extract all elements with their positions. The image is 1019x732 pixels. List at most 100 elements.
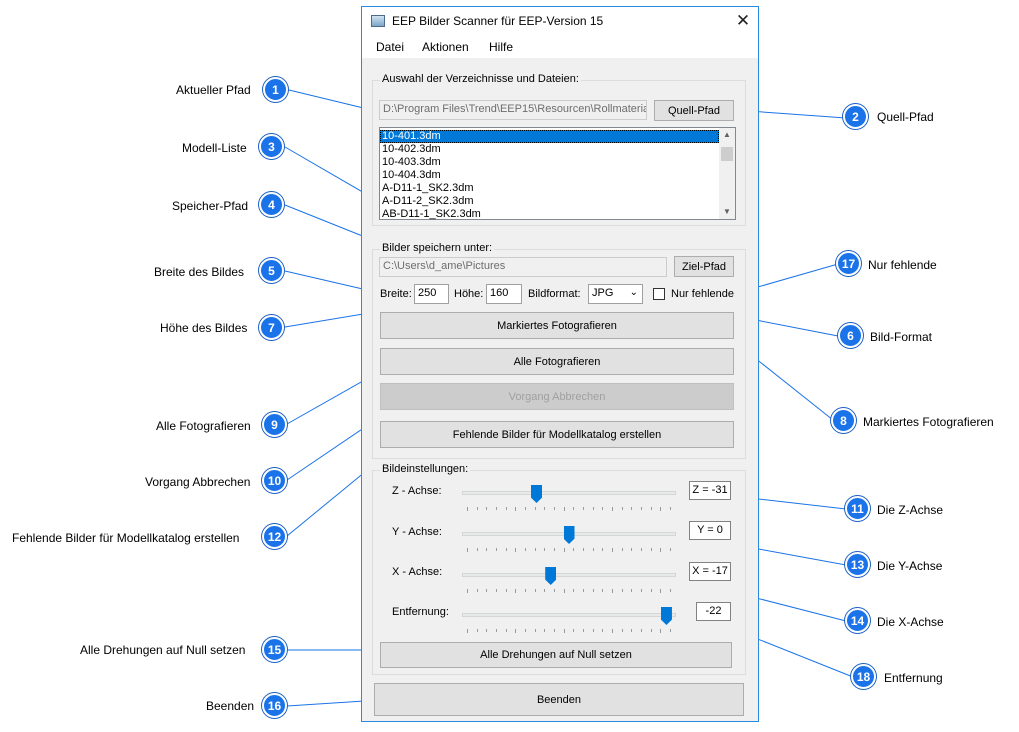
callout-badge-2: 2 bbox=[843, 104, 868, 129]
callout-badge-11: 11 bbox=[845, 496, 870, 521]
callout-badge-6: 6 bbox=[838, 323, 863, 348]
menu-hilfe[interactable]: Hilfe bbox=[489, 40, 513, 54]
y-axis-value: Y = 0 bbox=[689, 521, 731, 540]
z-slider-thumb[interactable] bbox=[531, 485, 543, 503]
y-slider-thumb[interactable] bbox=[563, 526, 575, 544]
list-item[interactable]: 10-402.3dm bbox=[380, 143, 719, 156]
nur-fehlende-checkbox[interactable] bbox=[653, 288, 665, 300]
distance-label: Entfernung: bbox=[392, 606, 449, 618]
nur-fehlende-label: Nur fehlende bbox=[671, 288, 734, 300]
z-slider-track bbox=[462, 491, 676, 495]
callout-badge-10: 10 bbox=[262, 468, 287, 493]
format-select[interactable]: JPG ⌄ bbox=[588, 284, 643, 304]
scroll-thumb[interactable] bbox=[721, 147, 733, 161]
x-axis-value: X = -17 bbox=[689, 562, 731, 581]
callout-label-6: Bild-Format bbox=[870, 330, 933, 344]
reset-rotations-button[interactable]: Alle Drehungen auf Null setzen bbox=[380, 642, 732, 668]
z-axis-label: Z - Achse: bbox=[392, 485, 442, 497]
callout-label-10: Vorgang Abbrechen bbox=[145, 475, 251, 489]
callout-badge-3: 3 bbox=[259, 134, 284, 159]
callout-label-11: Die Z-Achse bbox=[877, 503, 944, 517]
callout-label-4: Speicher-Pfad bbox=[172, 199, 249, 213]
callout-badge-4: 4 bbox=[259, 192, 284, 217]
distance-slider[interactable] bbox=[462, 607, 676, 637]
callout-label-13: Die Y-Achse bbox=[877, 559, 943, 573]
source-group-label: Auswahl der Verzeichnisse und Dateien: bbox=[380, 73, 581, 85]
callout-badge-16: 16 bbox=[262, 693, 287, 718]
callout-label-12: Fehlende Bilder für Modellkatalog erstel… bbox=[12, 531, 240, 545]
list-scrollbar[interactable]: ▲ ▼ bbox=[719, 128, 735, 219]
callout-badge-12: 12 bbox=[262, 524, 287, 549]
callout-badge-8: 8 bbox=[831, 408, 856, 433]
close-icon[interactable]: ✕ bbox=[732, 10, 754, 32]
fehlende-bilder-button[interactable]: Fehlende Bilder für Modellkatalog erstel… bbox=[380, 421, 734, 448]
z-axis-slider[interactable] bbox=[462, 485, 676, 515]
x-axis-label: X - Achse: bbox=[392, 566, 443, 578]
menu-aktionen[interactable]: Aktionen bbox=[422, 40, 469, 54]
callout-label-15: Alle Drehungen auf Null setzen bbox=[80, 643, 246, 657]
callout-label-18: Entfernung bbox=[884, 671, 943, 685]
height-label: Höhe: bbox=[454, 288, 484, 300]
markiertes-fotografieren-button[interactable]: Markiertes Fotografieren bbox=[380, 312, 734, 339]
y-axis-slider[interactable] bbox=[462, 526, 676, 556]
window-title: EEP Bilder Scanner für EEP-Version 15 bbox=[392, 14, 604, 28]
width-input[interactable]: 250 bbox=[414, 284, 449, 304]
format-label: Bildformat: bbox=[528, 288, 581, 300]
scroll-up-icon[interactable]: ▲ bbox=[719, 128, 735, 142]
menu-datei[interactable]: Datei bbox=[376, 40, 404, 54]
height-input[interactable]: 160 bbox=[486, 284, 522, 304]
callout-label-3: Modell-Liste bbox=[182, 141, 247, 155]
distance-value: -22 bbox=[696, 602, 731, 621]
callout-badge-18: 18 bbox=[851, 664, 876, 689]
x-axis-slider[interactable] bbox=[462, 567, 676, 597]
save-group-label: Bilder speichern unter: bbox=[380, 242, 495, 254]
z-axis-value: Z = -31 bbox=[689, 481, 731, 500]
list-item[interactable]: A-D11-1_SK2.3dm bbox=[380, 182, 719, 195]
callout-badge-1: 1 bbox=[263, 77, 288, 102]
source-path-field[interactable]: D:\Program Files\Trend\EEP15\Resourcen\R… bbox=[379, 100, 647, 120]
x-slider-thumb[interactable] bbox=[545, 567, 557, 585]
callout-label-17: Nur fehlende bbox=[868, 258, 937, 272]
callout-badge-9: 9 bbox=[262, 412, 287, 437]
alle-fotografieren-button[interactable]: Alle Fotografieren bbox=[380, 348, 734, 375]
list-item[interactable]: AB-D11-1_SK2.3dm bbox=[380, 208, 719, 221]
save-path-field[interactable]: C:\Users\d_ame\Pictures bbox=[379, 257, 667, 277]
callout-label-9: Alle Fotografieren bbox=[156, 419, 251, 433]
callout-label-5: Breite des Bildes bbox=[154, 265, 245, 279]
scroll-down-icon[interactable]: ▼ bbox=[719, 205, 735, 219]
app-picture-icon bbox=[371, 15, 385, 27]
callout-badge-17: 17 bbox=[836, 251, 861, 276]
callout-label-7: Höhe des Bildes bbox=[160, 321, 248, 335]
list-item[interactable]: A-D11-2_SK2.3dm bbox=[380, 195, 719, 208]
beenden-button[interactable]: Beenden bbox=[374, 683, 744, 716]
format-value: JPG bbox=[592, 287, 614, 299]
width-label: Breite: bbox=[380, 288, 412, 300]
list-item[interactable]: 10-403.3dm bbox=[380, 156, 719, 169]
callout-label-16: Beenden bbox=[206, 699, 255, 713]
title-bar: EEP Bilder Scanner für EEP-Version 15 ✕ bbox=[362, 7, 758, 36]
app-window: EEP Bilder Scanner für EEP-Version 15 ✕ … bbox=[361, 6, 759, 722]
model-list[interactable]: 10-401.3dm 10-402.3dm 10-403.3dm 10-404.3dm… bbox=[379, 127, 736, 220]
x-slider-ticks bbox=[467, 589, 671, 593]
callout-badge-13: 13 bbox=[845, 552, 870, 577]
distance-slider-thumb[interactable] bbox=[660, 607, 672, 625]
distance-slider-ticks bbox=[467, 629, 671, 633]
z-slider-ticks bbox=[467, 507, 671, 511]
quell-pfad-button[interactable]: Quell-Pfad bbox=[654, 100, 734, 121]
y-slider-ticks bbox=[467, 548, 671, 552]
image-settings-label: Bildeinstellungen: bbox=[380, 463, 471, 475]
vorgang-abbrechen-button[interactable]: Vorgang Abbrechen bbox=[380, 383, 734, 410]
x-slider-track bbox=[462, 573, 676, 577]
callout-badge-14: 14 bbox=[845, 608, 870, 633]
chevron-down-icon: ⌄ bbox=[629, 287, 638, 298]
list-item[interactable]: 10-401.3dm bbox=[380, 130, 719, 143]
callout-badge-5: 5 bbox=[259, 258, 284, 283]
callout-label-1: Aktueller Pfad bbox=[176, 83, 251, 97]
list-item[interactable]: 10-404.3dm bbox=[380, 169, 719, 182]
y-axis-label: Y - Achse: bbox=[392, 526, 442, 538]
callout-label-14: Die X-Achse bbox=[877, 615, 944, 629]
menu-bar: Datei Aktionen Hilfe bbox=[362, 36, 758, 58]
ziel-pfad-button[interactable]: Ziel-Pfad bbox=[674, 256, 734, 277]
callout-badge-15: 15 bbox=[262, 637, 287, 662]
callout-badge-7: 7 bbox=[259, 315, 284, 340]
